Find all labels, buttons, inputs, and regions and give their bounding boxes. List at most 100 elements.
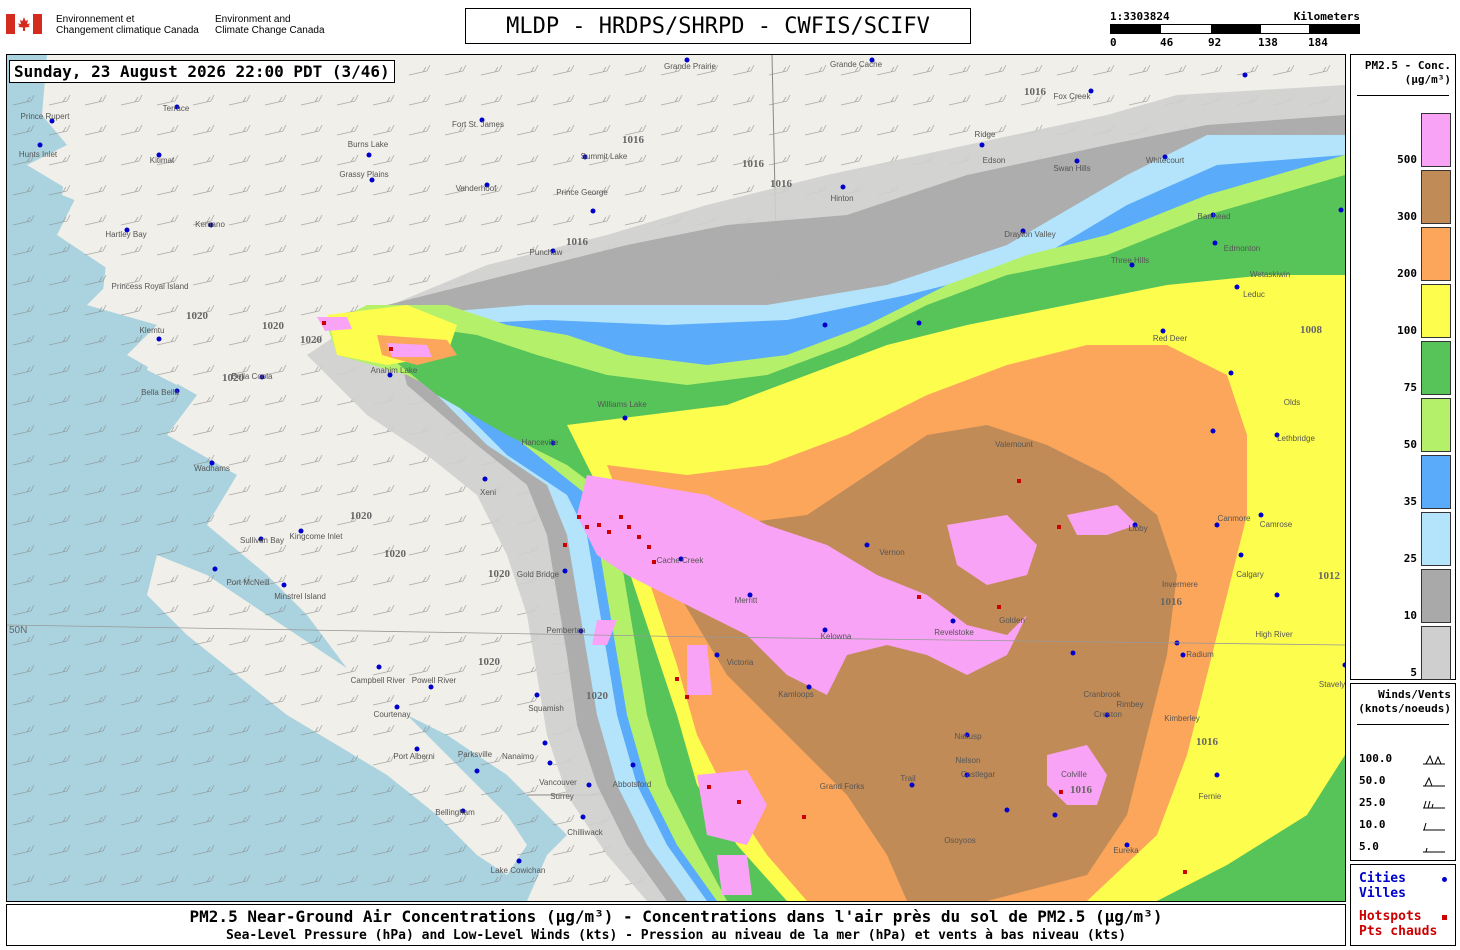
place-label: Hartley Bay [105,230,147,239]
caption-main: PM2.5 Near-Ground Air Concentrations (µg… [189,907,1163,926]
place-label: Camrose [1259,520,1293,529]
place-label: Eureka [1113,846,1139,855]
place-label: Merritt [734,596,758,605]
legend-swatch-300 [1421,170,1451,224]
department-name-english: Environment and Climate Change Canada [215,14,325,36]
wind-speed-5: 5.0 [1359,840,1451,858]
wind-barb-5-icon [1423,847,1445,853]
isobar-label: 1016 [566,236,588,248]
wind-barb-50-icon [1423,776,1445,787]
caption-sub: Sea-Level Pressure (hPa) and Low-Level W… [225,928,1127,943]
place-label: Wetaskiwin [1249,270,1291,279]
scale-tick: 46 [1160,36,1174,49]
isobar-label: 1020 [478,656,500,668]
place-label: Edson [982,156,1006,165]
place-label: Nanaimo [501,752,535,761]
place-label: Kitimat [149,156,175,165]
place-label: Stavely [1318,680,1346,689]
scale-unit: Kilometers [1293,10,1360,23]
pm25-legend-title: PM2.5 - Conc. (µg/m³) [1364,59,1451,86]
place-label: Chilliwack [567,828,603,837]
place-label: Three Hills [1110,256,1150,265]
place-label: Calgary [1236,570,1264,579]
isobar-label: 1016 [742,158,764,170]
place-label: Grande Cache [829,60,883,69]
isobar-label: 1016 [1160,596,1182,608]
isobar-label: 1016 [770,178,792,190]
place-label: Invermere [1161,580,1199,589]
legend-swatch-75 [1421,341,1451,395]
place-label: Princess Royal Island [111,282,189,291]
wind-barb-100-icon [1423,754,1445,765]
place-label: Courtenay [373,710,411,719]
place-label: Osoyoos [944,836,976,845]
latitude-label: 50N [9,625,27,636]
legend-value-75: 75 [1403,381,1417,394]
isobar-label: 1020 [262,320,284,332]
valid-time-label: Sunday, 23 August 2026 22:00 PDT (3/46) [9,60,395,83]
wind-speed-10: 10.0 [1359,818,1451,836]
isobar-label: 1016 [1196,736,1218,748]
place-label: Vanderhoof [455,184,497,193]
place-label: Grand Forks [819,782,865,791]
eccc-logo: Environnement et Changement climatique Ca… [6,12,346,38]
legend-value-35: 35 [1403,495,1417,508]
place-label: Red Deer [1152,334,1188,343]
place-label: Port Alberni [393,752,435,761]
place-label: Radium [1186,650,1214,659]
wind-barb-10-icon [1423,822,1445,831]
place-label: Port McNeill [226,578,270,587]
concentration-map[interactable]: 50N [7,55,1345,901]
place-label: Colville [1061,770,1087,779]
place-label: Lethbridge [1277,434,1315,443]
map-panel[interactable]: 50N [6,54,1346,902]
place-label: Ridge [974,130,996,139]
place-label: Kimberley [1164,714,1200,723]
place-label: Swan Hills [1053,164,1091,173]
legend-swatch-35 [1421,455,1451,509]
place-label: Powell River [411,676,457,685]
place-label: Canmore [1217,514,1251,523]
legend-swatch-50 [1421,398,1451,452]
product-title: MLDP - HRDPS/SHRPD - CWFIS/SCIFV [465,8,971,44]
legend-value-300: 300 [1397,210,1417,223]
place-label: Kemano [195,220,225,229]
wind-legend: Winds/Vents (knots/noeuds) 100.0 50.0 25.… [1350,683,1456,861]
place-label: Hanceville [521,438,559,447]
isobar-label: 1020 [222,372,244,384]
isobar-label: 1016 [1024,86,1046,98]
scale-bar-graphic [1110,24,1360,34]
isobar-label: 1020 [586,690,608,702]
place-label: Klemtu [139,326,165,335]
place-label: Cache Creek [656,556,704,565]
place-label: Grande Prairie [663,62,717,71]
place-label: Kamloops [778,690,814,699]
place-label: Olds [1283,398,1301,407]
place-label: Hinton [830,194,854,203]
marker-legend: Cities Villes Hotspots Pts chauds [1350,864,1456,946]
cities-legend: Cities Villes [1359,871,1406,901]
scale-bar: 1:3303824 Kilometers 0 46 92 138 184 [1110,10,1360,50]
isobar-label: 1016 [1070,784,1092,796]
department-name-french: Environnement et Changement climatique Ca… [56,14,199,36]
place-label: Gold Bridge [516,570,560,579]
hotspot-square-icon [1442,915,1447,920]
place-label: Vernon [879,548,905,557]
place-label: Burns Lake [347,140,389,149]
place-label: Fort St. James [451,120,505,129]
canada-flag-icon [6,14,42,34]
scale-tick: 92 [1208,36,1222,49]
scale-tick: 184 [1308,36,1328,49]
place-label: Anahim Lake [370,366,418,375]
place-label: Nelson [955,756,981,765]
place-label: Kelowna [820,632,852,641]
isobar-label: 1012 [1318,570,1340,582]
place-label: Cranbrook [1083,690,1121,699]
place-label: Castlegar [960,770,996,779]
place-label: Minstrel Island [274,592,326,601]
place-label: Surrey [550,792,574,801]
scale-ratio: 1:3303824 [1110,10,1170,23]
place-label: Bella Bella [141,388,179,397]
legend-value-10: 10 [1403,609,1417,622]
legend-value-50: 50 [1403,438,1417,451]
